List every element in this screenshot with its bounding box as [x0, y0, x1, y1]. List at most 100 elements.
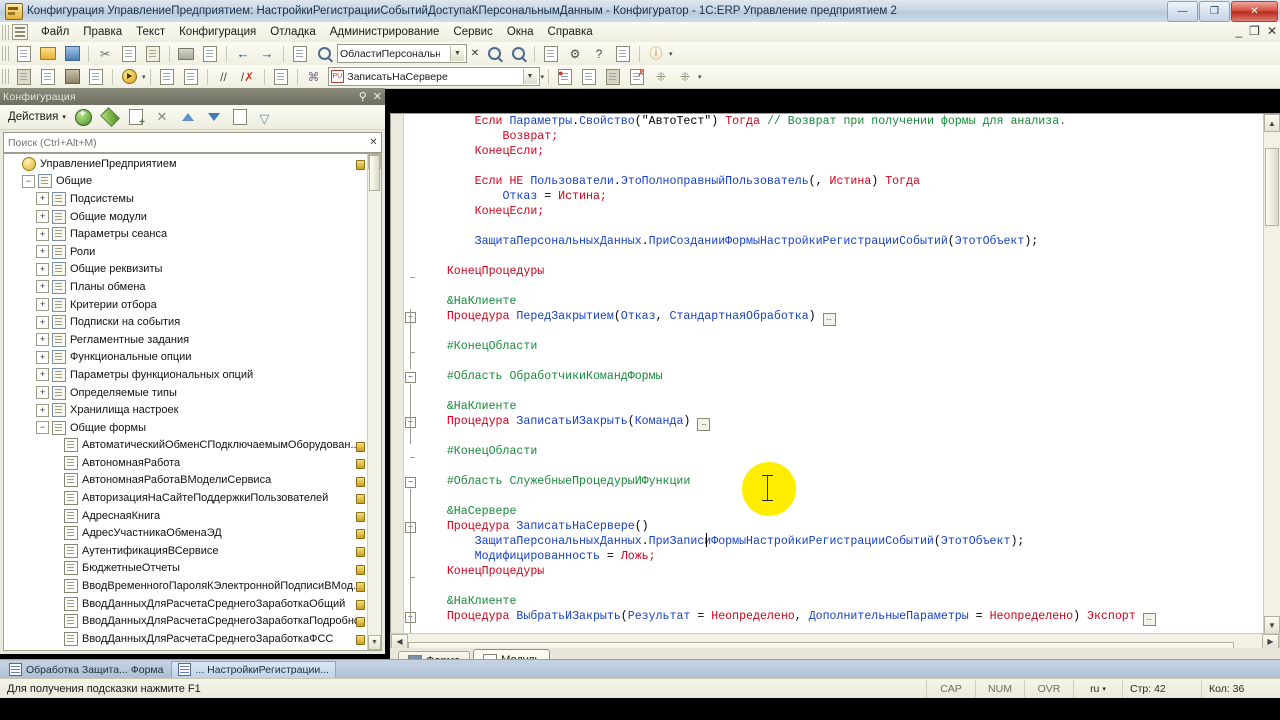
tree-item[interactable]: АвтономнаяРабота — [4, 454, 368, 472]
table-icon[interactable] — [85, 66, 107, 87]
scroll-left-icon[interactable]: ◀ — [391, 634, 408, 649]
tree-items[interactable]: УправлениеПредприятием − Общие + Подсистемы +… — [4, 154, 368, 650]
menu-item-debug[interactable]: Отладка — [263, 24, 322, 40]
mdi-minimize-button[interactable]: _ — [1235, 24, 1242, 38]
indent-increase-icon[interactable] — [156, 66, 178, 87]
tree-item[interactable]: ВводВременногоПароляКЭлектроннойПодписиВ… — [4, 577, 368, 595]
menu-item-text[interactable]: Текст — [129, 24, 172, 40]
forward-icon[interactable]: → — [256, 43, 278, 64]
close-button[interactable]: ✕ — [1231, 1, 1278, 22]
toolbar-overflow-icon[interactable]: ▾ — [669, 50, 673, 58]
uncomment-icon[interactable]: /✗ — [237, 66, 259, 87]
menu-window-icon[interactable] — [12, 24, 28, 40]
expand-icon[interactable]: + — [36, 192, 49, 206]
tree-item[interactable]: УправлениеПредприятием — [4, 155, 368, 173]
tree-item[interactable]: + Роли — [4, 243, 368, 261]
menu-item-help[interactable]: Справка — [541, 24, 600, 40]
procedure-combo[interactable]: PU ЗаписатьНаСервере ▼ — [327, 67, 540, 86]
vertical-scroll-thumb[interactable] — [1265, 148, 1279, 226]
expand-icon[interactable]: + — [36, 245, 49, 259]
toolbar-grip-2[interactable] — [2, 69, 10, 84]
cut-icon[interactable]: ✂ — [94, 43, 116, 64]
tree-search-field[interactable]: ✕ — [3, 132, 382, 153]
bookmark-list-icon[interactable] — [602, 66, 624, 87]
tree-item[interactable]: + Планы обмена — [4, 278, 368, 296]
search-input[interactable] — [4, 136, 366, 149]
scroll-down-icon[interactable]: ▼ — [368, 635, 381, 650]
expand-icon[interactable]: + — [36, 210, 49, 224]
expand-icon[interactable]: + — [36, 298, 49, 312]
tree-item[interactable]: + Параметры функциональных опций — [4, 366, 368, 384]
procedure-chevron-down-icon[interactable]: ▼ — [522, 69, 537, 84]
collapsed-block-icon[interactable]: … — [822, 313, 836, 326]
tree-scrollbar[interactable]: ▲ ▼ — [367, 154, 381, 650]
move-down-icon[interactable] — [203, 107, 225, 128]
tree-scroll-thumb[interactable] — [369, 155, 380, 191]
tree-item[interactable]: + Подсистемы — [4, 190, 368, 208]
expand-icon[interactable]: + — [36, 280, 49, 294]
tree-item[interactable]: − Общие формы — [4, 419, 368, 437]
minimize-button[interactable]: — — [1167, 1, 1198, 22]
taskbar-item-nastroyki[interactable]: ... НастройкиРегистрации... — [171, 660, 336, 679]
find-prev-icon[interactable] — [507, 43, 529, 64]
format-icon[interactable] — [270, 66, 292, 87]
paste-icon[interactable] — [142, 43, 164, 64]
panel-close-icon[interactable]: ✕ — [373, 90, 382, 103]
go-to-procedure-icon[interactable]: ⌘ — [303, 66, 325, 87]
search-clear-icon[interactable]: ✕ — [366, 137, 381, 148]
actions-menu-button[interactable]: Действия ▾ — [4, 109, 70, 125]
properties-icon[interactable] — [13, 66, 35, 87]
bookmark-toggle-icon[interactable] — [578, 66, 600, 87]
expand-icon[interactable]: + — [36, 368, 49, 382]
expand-icon[interactable]: + — [36, 315, 49, 329]
breakpoint-all-icon[interactable]: ⁜ — [674, 66, 696, 87]
back-icon[interactable]: ← — [232, 43, 254, 64]
expand-icon[interactable]: + — [36, 227, 49, 241]
syntax-helper-icon[interactable]: ? — [588, 43, 610, 64]
find-in-icon[interactable] — [289, 43, 311, 64]
menu-item-file[interactable]: Файл — [34, 24, 76, 40]
expand-icon[interactable]: + — [36, 350, 49, 364]
tree-item[interactable]: АутентификацияВСервисе — [4, 542, 368, 560]
expand-icon[interactable]: + — [36, 333, 49, 347]
expand-icon[interactable]: + — [36, 403, 49, 417]
copy-icon[interactable] — [125, 107, 147, 128]
scroll-up-icon[interactable]: ▲ — [1264, 114, 1280, 132]
windows-list-icon[interactable] — [540, 43, 562, 64]
tree-item[interactable]: ВводДанныхДляРасчетаСреднегоЗаработкаФСС — [4, 630, 368, 648]
code-text[interactable]: Если Параметры. Свойство("АвтоТест") Тогд… — [419, 114, 1264, 634]
run-options-icon[interactable]: ▾ — [142, 73, 146, 81]
open-file-icon[interactable] — [37, 43, 59, 64]
comment-icon[interactable]: // — [213, 66, 235, 87]
menu-grip[interactable] — [2, 24, 10, 40]
scroll-down-icon[interactable]: ▼ — [1264, 616, 1280, 634]
tree-item[interactable]: ВводДанныхДляРасчетаСреднегоЗаработкаПод… — [4, 612, 368, 630]
tree-item[interactable]: БюджетныеОтчеты — [4, 560, 368, 578]
collapsed-block-icon[interactable]: … — [697, 418, 711, 431]
toolbar-grip-1[interactable] — [2, 46, 10, 61]
tree-item[interactable]: + Определяемые типы — [4, 384, 368, 402]
edit-pencil-icon[interactable] — [99, 107, 121, 128]
bookmark-clear-icon[interactable]: ✗ — [626, 66, 648, 87]
fold-collapse-icon[interactable]: − — [405, 477, 416, 488]
copy-icon[interactable] — [118, 43, 140, 64]
move-up-icon[interactable] — [177, 107, 199, 128]
toolbar2-overflow-icon[interactable]: ▾ — [698, 73, 702, 81]
module-open-icon[interactable] — [37, 66, 59, 87]
delete-icon[interactable]: ✕ — [151, 107, 173, 128]
mdi-close-button[interactable]: ✕ — [1267, 24, 1277, 38]
tree-item[interactable]: АвторизацияНаСайтеПоддержкиПользователей — [4, 489, 368, 507]
expand-icon[interactable]: + — [36, 262, 49, 276]
bookmark-add-icon[interactable]: ● — [554, 66, 576, 87]
tree-item[interactable]: + Хранилища настроек — [4, 401, 368, 419]
expand-icon[interactable]: + — [36, 386, 49, 400]
menu-item-windows[interactable]: Окна — [500, 24, 541, 40]
print-icon[interactable] — [175, 43, 197, 64]
taskbar-item-obrabotka[interactable]: Обработка Защита... Форма — [3, 662, 169, 678]
menu-item-configuration[interactable]: Конфигурация — [172, 24, 263, 40]
tree-item[interactable]: АвтоматическийОбменСПодключаемымОборудов… — [4, 437, 368, 455]
restore-button[interactable]: ❐ — [1199, 1, 1230, 22]
tree-item[interactable]: АдресУчастникаОбменаЭД — [4, 524, 368, 542]
pin-icon[interactable]: ⚲ — [359, 90, 367, 103]
save-icon[interactable] — [61, 43, 83, 64]
